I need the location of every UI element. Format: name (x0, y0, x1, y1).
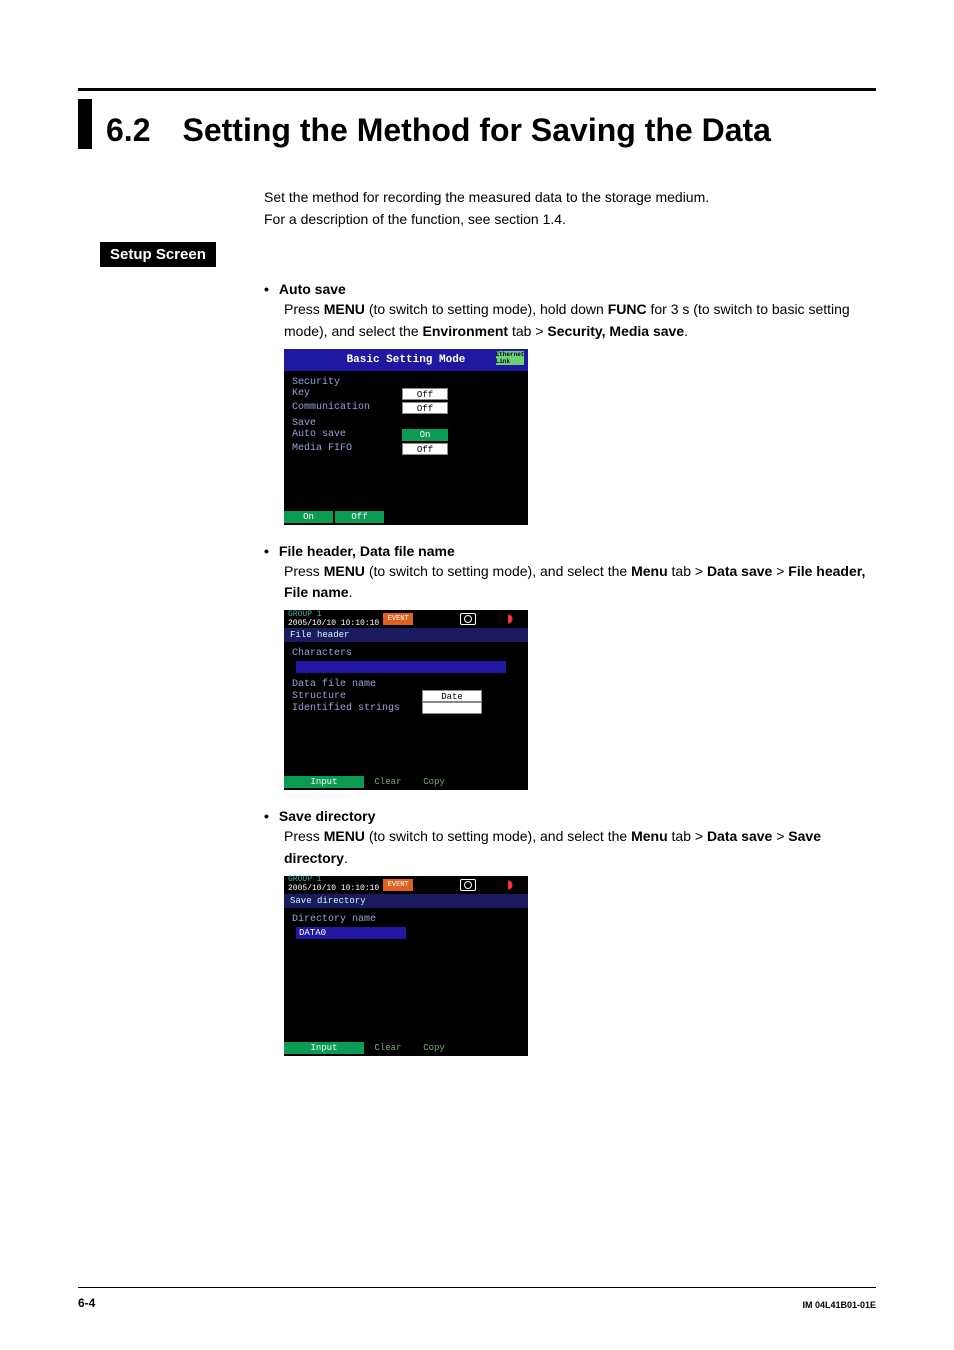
intro-text: Set the method for recording the measure… (264, 187, 876, 230)
hdr-timestamp: 2005/10/10 10:10:10 (288, 619, 379, 628)
softkey-clear[interactable]: Clear (366, 1042, 410, 1054)
directory-name-input[interactable]: DATA0 (296, 927, 406, 939)
section-heading: Setting the Method for Saving the Data (182, 112, 770, 149)
lbl-mediafifo: Media FIFO (292, 443, 402, 454)
softkey-input[interactable]: Input (284, 776, 364, 788)
savedir-body: Press MENU (to switch to setting mode), … (284, 826, 876, 869)
softkey-copy[interactable]: Copy (412, 776, 456, 788)
camera-icon (460, 879, 476, 891)
lbl-autosave: Auto save (292, 429, 402, 440)
sec-security: Security (292, 377, 520, 388)
page-number: 6-4 (78, 1296, 95, 1310)
softkey-on[interactable]: On (284, 511, 333, 523)
savedir-heading: Save directory (279, 808, 376, 824)
lbl-directory-name: Directory name (292, 914, 520, 925)
screenshot-file-header: GROUP 1 2005/10/10 10:10:10 EVENT File h… (284, 610, 528, 790)
signal-icon (508, 614, 522, 624)
lbl-datafilename: Data file name (292, 679, 520, 690)
bullet-icon: • (264, 808, 269, 824)
screenshot-save-directory: GROUP 1 2005/10/10 10:10:10 EVENT Save d… (284, 876, 528, 1056)
bullet-icon: • (264, 281, 269, 297)
ethernet-badge: Ethernet Link (496, 351, 524, 365)
doc-id: IM 04L41B01-01E (802, 1300, 876, 1310)
tab-save-directory: Save directory (284, 894, 528, 908)
val-key[interactable]: Off (402, 388, 448, 400)
lbl-comm: Communication (292, 402, 402, 413)
event-badge: EVENT (383, 613, 413, 625)
title-rule (78, 88, 876, 91)
autosave-body: Press MENU (to switch to setting mode), … (284, 299, 876, 342)
section-number: 6.2 (106, 112, 150, 149)
screenshot-header: GROUP 1 2005/10/10 10:10:10 EVENT (284, 876, 528, 894)
softkey-off[interactable]: Off (335, 511, 384, 523)
filehdr-body: Press MENU (to switch to setting mode), … (284, 561, 876, 604)
intro-line-1: Set the method for recording the measure… (264, 189, 709, 205)
bullet-icon: • (264, 543, 269, 559)
filehdr-heading: File header, Data file name (279, 543, 455, 559)
softkey-copy[interactable]: Copy (412, 1042, 456, 1054)
val-structure[interactable]: Date (422, 690, 482, 702)
hdr-group: GROUP 1 (288, 611, 379, 619)
page-title: 6.2 Setting the Method for Saving the Da… (78, 99, 876, 149)
screenshot-basic-setting: Basic Setting Mode Ethernet Link Securit… (284, 349, 528, 525)
hdr-group: GROUP 1 (288, 876, 379, 884)
softkey-input[interactable]: Input (284, 1042, 364, 1054)
screenshot-title: Basic Setting Mode (347, 354, 466, 366)
setup-screen-label: Setup Screen (100, 242, 216, 267)
title-marker (78, 99, 92, 149)
val-autosave[interactable]: On (402, 429, 448, 441)
intro-line-2: For a description of the function, see s… (264, 211, 566, 227)
softkey-clear[interactable]: Clear (366, 776, 410, 788)
footer-rule (78, 1287, 876, 1288)
screenshot-header: GROUP 1 2005/10/10 10:10:10 EVENT (284, 610, 528, 628)
hdr-timestamp: 2005/10/10 10:10:10 (288, 884, 379, 893)
lbl-characters: Characters (292, 648, 520, 659)
lbl-key: Key (292, 388, 402, 399)
event-badge: EVENT (383, 879, 413, 891)
characters-input[interactable] (296, 661, 506, 673)
camera-icon (460, 613, 476, 625)
val-comm[interactable]: Off (402, 402, 448, 414)
lbl-idstrings: Identified strings (292, 703, 422, 714)
tab-file-header: File header (284, 628, 528, 642)
val-idstrings[interactable] (422, 702, 482, 714)
signal-icon (508, 880, 522, 890)
sec-save: Save (292, 418, 520, 429)
autosave-heading: Auto save (279, 281, 346, 297)
val-mediafifo[interactable]: Off (402, 443, 448, 455)
lbl-structure: Structure (292, 691, 422, 702)
screenshot-topbar: Basic Setting Mode Ethernet Link (284, 349, 528, 371)
